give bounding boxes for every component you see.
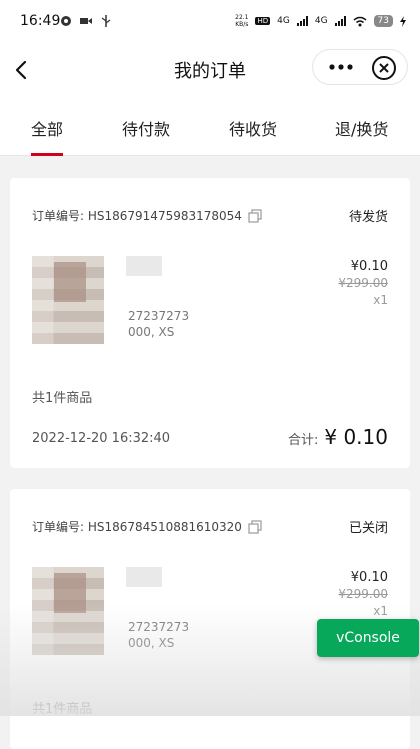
order-number: 订单编号: HS186791475983178054 [32,207,262,224]
item-count: 共1件商品 [32,702,93,717]
app-notification-icon [61,16,71,26]
item-count: 共1件商品 [32,391,93,406]
product-quantity: x1 [373,293,388,307]
signal-label-1: 4G [277,16,290,26]
product-thumbnail[interactable] [32,256,104,344]
vconsole-button[interactable]: vConsole [317,619,419,657]
product-price: ¥0.10 [350,570,388,585]
order-number: 订单编号: HS186784510881610320 [32,518,262,535]
tab-return-exchange[interactable]: 退/换货 [335,116,388,140]
wifi-icon [353,16,367,26]
mini-program-capsule [312,49,408,85]
active-tab-indicator [31,153,63,156]
product-thumbnail[interactable] [32,567,104,655]
order-status: 待发货 [348,210,388,225]
status-left-icons [60,15,112,27]
product-spec-size: 000, XS [128,636,175,650]
battery-indicator: 73 [373,15,393,27]
status-time: 16:49 [20,13,61,29]
signal-icon-2 [334,16,346,26]
product-quantity: x1 [373,604,388,618]
original-price: ¥299.00 [338,276,388,290]
order-number-text: 订单编号: HS186791475983178054 [32,209,242,223]
hd-badge: HD [255,17,271,25]
order-card[interactable]: 订单编号: HS186791475983178054 待发货 27237273 … [10,178,410,468]
net-speed-unit: KB/s [235,21,249,28]
close-icon[interactable] [371,55,397,81]
net-speed: 22.1 KB/s [235,14,248,28]
product-spec-code: 27237273 [128,620,190,634]
order-status: 已关闭 [348,521,388,536]
product-name-blurred [126,567,162,587]
tab-pending-payment[interactable]: 待付款 [122,116,170,140]
copy-icon[interactable] [248,519,262,534]
signal-icon-1 [296,16,308,26]
product-spec-size: 000, XS [128,325,175,339]
original-price: ¥299.00 [338,587,388,601]
order-total: 合计: ¥ 0.10 [288,425,388,449]
video-icon [80,18,92,24]
net-speed-value: 22.1 [235,14,249,21]
order-tabs: 全部 待付款 待收货 退/换货 [0,96,420,156]
usb-icon [101,15,111,27]
product-spec-code: 27237273 [128,309,190,323]
product-price: ¥0.10 [350,259,388,274]
total-amount: ¥ 0.10 [324,425,388,449]
total-label: 合计: [287,433,319,448]
more-options-icon[interactable] [323,54,359,80]
order-time: 2022-12-20 16:32:40 [32,431,171,446]
product-name-blurred [126,256,162,276]
status-right: 22.1 KB/s HD 4G 4G 73 [235,14,406,28]
tab-all[interactable]: 全部 [31,116,63,140]
charging-icon [400,15,406,27]
tab-pending-receipt[interactable]: 待收货 [229,116,277,140]
status-bar: 16:49 22.1 KB/s HD 4G 4G 73 [0,0,420,44]
order-number-text: 订单编号: HS186784510881610320 [32,520,242,534]
signal-label-2: 4G [314,16,328,26]
copy-icon[interactable] [248,208,262,223]
nav-bar: 我的订单 [0,44,420,96]
